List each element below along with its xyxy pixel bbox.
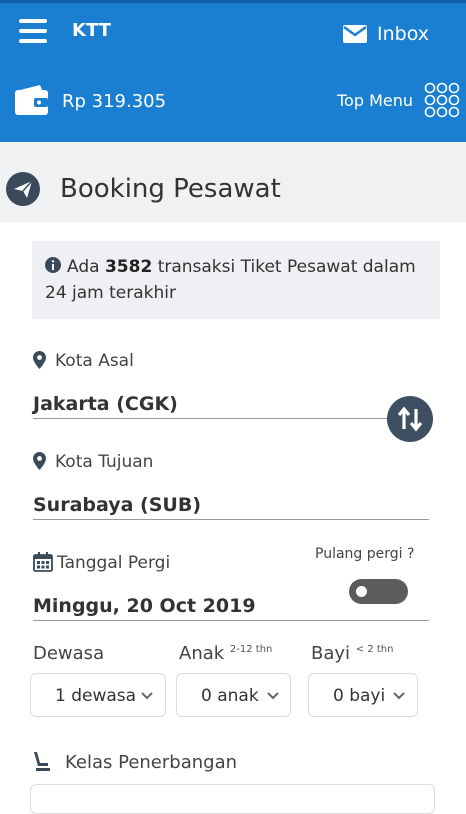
departure-underline	[33, 620, 429, 621]
adult-label: Dewasa	[33, 643, 105, 664]
hamburger-menu-icon[interactable]	[19, 19, 47, 43]
info-prefix: Ada	[67, 257, 100, 277]
swap-arrows-icon	[397, 406, 423, 432]
origin-label: Kota Asal	[55, 351, 134, 371]
chevron-down-icon	[393, 692, 405, 700]
destination-label: Kota Tujuan	[55, 452, 154, 472]
cabin-class-label: Kelas Penerbangan	[65, 752, 238, 773]
child-age-note: 2-12 thn	[229, 644, 273, 655]
header-top-line	[0, 0, 466, 3]
infant-label-text: Bayi	[311, 643, 351, 664]
info-suffix: transaksi Tiket Pesawat dalam 24 jam ter…	[45, 257, 416, 303]
info-text: Ada 3582 transaksi Tiket Pesawat dalam 2…	[45, 254, 425, 306]
transaction-count: 3582	[104, 257, 153, 277]
info-icon	[45, 257, 61, 273]
grid-menu-icon[interactable]	[424, 82, 460, 118]
adult-select-value: 1 dewasa	[55, 686, 137, 706]
map-marker-icon	[33, 351, 46, 369]
round-trip-label: Pulang pergi ?	[315, 546, 415, 562]
child-label-text: Anak	[179, 643, 225, 664]
destination-underline	[33, 519, 429, 520]
infant-age-note: < 2 thn	[355, 644, 394, 655]
swap-cities-button[interactable]	[387, 396, 433, 442]
app-header: KTT Inbox Rp 319.305 Top Menu	[0, 0, 466, 142]
wallet-icon	[15, 85, 48, 115]
infant-label: Bayi < 2 thn	[311, 643, 393, 664]
infant-select-value: 0 bayi	[333, 686, 386, 706]
map-marker-icon	[33, 452, 46, 470]
paper-plane-icon	[6, 172, 40, 206]
round-trip-toggle[interactable]	[349, 579, 408, 604]
child-label: Anak 2-12 thn	[179, 643, 272, 664]
origin-field[interactable]: Jakarta (CGK)	[33, 393, 178, 415]
infant-select[interactable]: 0 bayi	[308, 673, 418, 717]
app-name: KTT	[72, 20, 111, 41]
page-title: Booking Pesawat	[60, 174, 281, 204]
chevron-down-icon	[141, 692, 153, 700]
destination-field[interactable]: Surabaya (SUB)	[33, 494, 201, 516]
cabin-class-select[interactable]	[30, 784, 435, 814]
departure-label: Tanggal Pergi	[57, 553, 171, 573]
seat-icon	[34, 752, 50, 771]
chevron-down-icon	[267, 692, 279, 700]
departure-date-field[interactable]: Minggu, 20 Oct 2019	[33, 595, 256, 617]
child-select[interactable]: 0 anak	[176, 673, 291, 717]
adult-select[interactable]: 1 dewasa	[30, 673, 166, 717]
child-select-value: 0 anak	[201, 686, 259, 706]
wallet-balance[interactable]: Rp 319.305	[62, 91, 166, 112]
toggle-knob	[356, 586, 367, 597]
top-menu-label[interactable]: Top Menu	[337, 91, 413, 110]
calendar-icon	[33, 552, 53, 572]
envelope-icon	[343, 25, 367, 43]
inbox-button[interactable]: Inbox	[343, 23, 429, 45]
origin-underline	[33, 418, 429, 419]
inbox-label: Inbox	[377, 23, 429, 45]
